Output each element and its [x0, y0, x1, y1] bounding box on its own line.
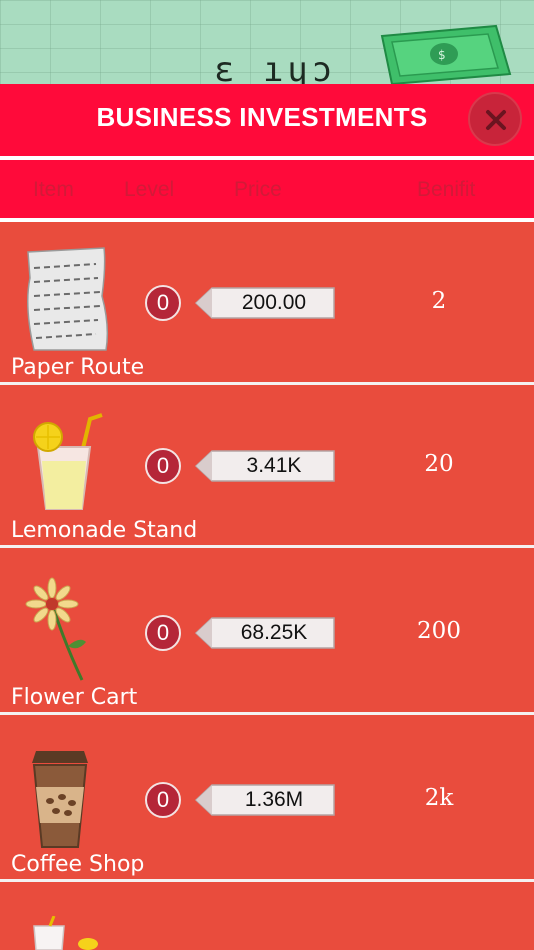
price-value: 68.25K [240, 621, 308, 644]
item-name: Paper Route [11, 355, 145, 380]
item-name: Lemonade Stand [11, 518, 198, 543]
cash-display: ԑ ıɥɔ [214, 50, 337, 84]
drink-cup-icon [33, 916, 98, 950]
flower-icon [25, 577, 86, 681]
list-item[interactable] [0, 886, 534, 950]
row-divider [0, 712, 534, 715]
price-value: 3.41K [246, 454, 302, 477]
buy-price-button[interactable]: 1.36M [194, 783, 336, 817]
benefit-value: 2 [431, 288, 447, 314]
page-title: BUSINESS INVESTMENTS [96, 102, 428, 132]
level-badge: 0 [145, 782, 181, 818]
item-name: Flower Cart [11, 685, 138, 710]
coffee-cup-icon [32, 751, 88, 848]
lemonade-icon [33, 413, 103, 510]
buy-price-button[interactable]: 3.41K [194, 449, 336, 483]
list-item[interactable]: 0 3.41K 20 Lemonade Stand [0, 385, 534, 548]
benefit-value: 20 [424, 451, 454, 477]
list-item[interactable]: 0 200.00 2 Paper Route [0, 222, 534, 385]
game-backdrop: ԑ ıɥɔ $ [0, 0, 534, 84]
level-badge: 0 [145, 615, 181, 651]
svg-text:$: $ [438, 48, 446, 62]
buy-price-button[interactable]: 200.00 [194, 286, 336, 320]
close-icon [486, 110, 506, 130]
column-header-row: Item Level Price Benifit [0, 160, 534, 218]
benefit-value: 200 [417, 618, 461, 644]
column-price: Price [234, 178, 282, 201]
level-badge: 0 [145, 285, 181, 321]
row-divider [0, 545, 534, 548]
benefit-value: 2k [424, 785, 454, 811]
money-bill-icon: $ [380, 24, 512, 84]
column-item: Item [33, 178, 74, 201]
price-value: 1.36M [244, 788, 304, 811]
column-benefit: Benifit [417, 178, 476, 201]
column-level: Level [124, 178, 175, 201]
row-divider [0, 879, 534, 882]
buy-price-button[interactable]: 68.25K [194, 616, 336, 650]
price-value: 200.00 [241, 291, 307, 314]
list-item[interactable]: 0 68.25K 200 Flower Cart [0, 552, 534, 715]
item-name: Coffee Shop [11, 852, 145, 877]
close-button[interactable] [468, 92, 522, 146]
list-item[interactable]: 0 1.36M 2k Coffee Shop [0, 719, 534, 882]
modal-header: BUSINESS INVESTMENTS [0, 84, 534, 156]
newspaper-icon [27, 247, 109, 351]
level-badge: 0 [145, 448, 181, 484]
